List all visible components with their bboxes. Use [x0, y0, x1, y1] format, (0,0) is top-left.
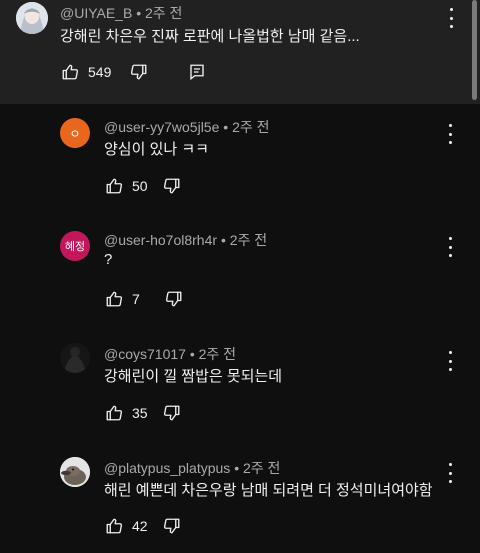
- platypus-avatar-icon: [60, 457, 90, 487]
- avatar[interactable]: [16, 2, 48, 34]
- author-name[interactable]: @platypus_platypus: [104, 460, 230, 476]
- comment-time[interactable]: 2주 전: [232, 119, 269, 135]
- comment-time[interactable]: 2주 전: [230, 232, 267, 248]
- more-vert-icon[interactable]: [446, 351, 454, 371]
- comment-actions: 35: [104, 403, 182, 423]
- thumb-up-icon[interactable]: [104, 403, 124, 423]
- avatar[interactable]: ㅇ: [60, 118, 90, 148]
- author-name[interactable]: @user-yy7wo5jl5e: [104, 119, 219, 135]
- comment-actions: 42: [104, 516, 182, 536]
- like-count: 50: [132, 178, 148, 194]
- reply-count-icon[interactable]: [187, 62, 207, 82]
- comment-actions: 50: [104, 176, 182, 196]
- thumb-down-icon[interactable]: [162, 176, 182, 196]
- thumb-up-icon[interactable]: [104, 289, 124, 309]
- comment-text: 해린 예쁜데 차은우랑 남매 되려면 더 정석미녀여야함: [104, 482, 433, 499]
- comment-actions: 549: [60, 62, 207, 82]
- thumb-down-icon[interactable]: [129, 62, 149, 82]
- comment-text: 강해린 차은우 진짜 로판에 나올법한 남매 같음...: [60, 28, 360, 45]
- thumb-up-icon[interactable]: [104, 516, 124, 536]
- comment-meta: @UIYAE_B • 2주 전: [60, 5, 183, 21]
- comment-text: 양심이 있나 ㅋㅋ: [104, 141, 209, 158]
- author-name[interactable]: @UIYAE_B: [60, 5, 132, 21]
- like-count: 549: [88, 64, 112, 80]
- comment-time[interactable]: 2주 전: [145, 5, 182, 21]
- thumb-up-icon[interactable]: [104, 176, 124, 196]
- comment-time[interactable]: 2주 전: [199, 346, 236, 362]
- dark-photo-avatar-icon: [60, 343, 90, 373]
- anime-avatar-icon: [16, 2, 48, 34]
- more-vert-icon[interactable]: [446, 463, 454, 483]
- more-vert-icon[interactable]: [446, 237, 454, 257]
- more-vert-icon[interactable]: [446, 124, 454, 144]
- like-count: 7: [132, 291, 140, 307]
- thumb-down-icon[interactable]: [162, 403, 182, 423]
- avatar[interactable]: [60, 343, 90, 373]
- comment-text: ?: [104, 251, 113, 268]
- comment-time[interactable]: 2주 전: [243, 460, 280, 476]
- comment-meta: @user-ho7ol8rh4r • 2주 전: [104, 232, 268, 248]
- author-name[interactable]: @user-ho7ol8rh4r: [104, 232, 217, 248]
- thumb-down-icon[interactable]: [162, 516, 182, 536]
- comment-meta: @platypus_platypus • 2주 전: [104, 460, 281, 476]
- avatar[interactable]: 혜정: [60, 231, 90, 261]
- thumb-down-icon[interactable]: [164, 289, 184, 309]
- scrollbar[interactable]: [472, 0, 477, 100]
- comment-meta: @coys71017 • 2주 전: [104, 346, 237, 362]
- comment-text: 강해린이 낄 짬밥은 못되는데: [104, 368, 283, 385]
- author-name[interactable]: @coys71017: [104, 346, 186, 362]
- thumb-up-icon[interactable]: [60, 62, 80, 82]
- like-count: 42: [132, 518, 148, 534]
- comment-meta: @user-yy7wo5jl5e • 2주 전: [104, 119, 270, 135]
- parent-comment: @UIYAE_B • 2주 전 강해린 차은우 진짜 로판에 나올법한 남매 같…: [0, 0, 480, 104]
- avatar[interactable]: [60, 457, 90, 487]
- like-count: 35: [132, 405, 148, 421]
- more-vert-icon[interactable]: [447, 8, 455, 28]
- comment-actions: 7: [104, 289, 184, 309]
